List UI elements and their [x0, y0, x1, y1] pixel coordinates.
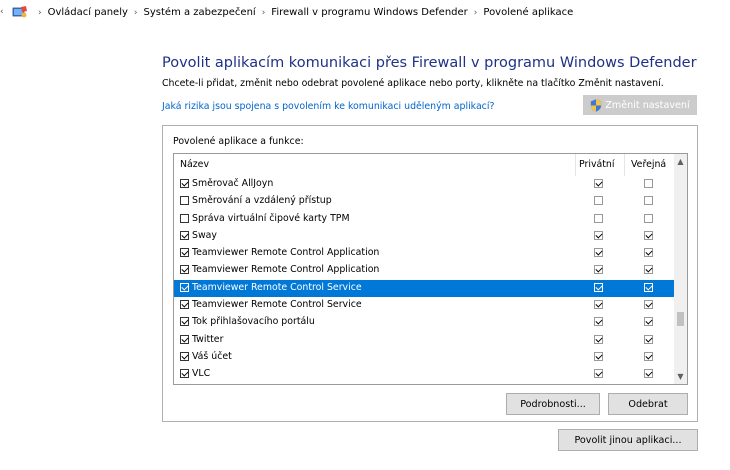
breadcrumb-item[interactable]: Systém a zabezpečení [144, 7, 256, 18]
public-checkbox[interactable] [644, 351, 653, 361]
list-item[interactable]: Sway [174, 228, 676, 245]
remove-button[interactable]: Odebrat [608, 393, 688, 415]
app-enabled-checkbox[interactable] [180, 317, 189, 327]
private-checkbox[interactable] [594, 196, 603, 206]
list-item[interactable]: Směrování a vzdálený přístup [174, 193, 676, 210]
app-name: Teamviewer Remote Control Service [192, 281, 362, 293]
private-checkbox[interactable] [594, 179, 603, 188]
page-title: Povolit aplikacím komunikaci přes Firewa… [162, 55, 697, 71]
chevron-right-icon[interactable]: › [38, 8, 42, 18]
app-name: Sway [192, 229, 217, 241]
public-checkbox[interactable] [644, 282, 653, 292]
app-enabled-checkbox[interactable] [180, 265, 189, 275]
scroll-down-icon[interactable]: ▼ [674, 372, 687, 381]
list-item[interactable]: Teamviewer Remote Control Application [174, 245, 676, 262]
scroll-up-icon[interactable]: ▲ [674, 157, 687, 166]
breadcrumb-item[interactable]: Povolené aplikace [483, 7, 573, 18]
app-name: Teamviewer Remote Control Application [192, 264, 380, 276]
column-header-public[interactable]: Veřejná [631, 159, 666, 170]
list-item[interactable]: Správa virtuální čipové karty TPM [174, 211, 676, 228]
chevron-right-icon[interactable]: › [134, 8, 138, 18]
details-button[interactable]: Podrobnosti... [506, 393, 600, 415]
public-checkbox[interactable] [644, 369, 653, 379]
app-name: Teamviewer Remote Control Application [192, 247, 380, 259]
public-checkbox[interactable] [644, 300, 653, 310]
app-enabled-checkbox[interactable] [180, 369, 189, 379]
allowed-apps-list[interactable]: Název Privátní Veřejná Směrovač AllJoyn S… [173, 153, 688, 385]
public-checkbox[interactable] [644, 230, 653, 240]
private-checkbox[interactable] [594, 282, 603, 292]
list-rows: Směrovač AllJoyn Směrování a vzdálený pří… [174, 176, 676, 384]
column-header-name[interactable]: Název [180, 159, 209, 170]
chevron-right-icon[interactable]: › [474, 8, 478, 18]
private-checkbox[interactable] [594, 213, 603, 223]
list-item[interactable]: Teamviewer Remote Control Service [174, 297, 676, 314]
private-checkbox[interactable] [594, 230, 603, 240]
change-settings-button[interactable]: Změnit nastavení [583, 95, 697, 115]
app-enabled-checkbox[interactable] [180, 334, 189, 344]
list-item[interactable]: Teamviewer Remote Control Service [174, 279, 676, 298]
allow-another-app-button[interactable]: Povolit jinou aplikaci... [558, 429, 698, 451]
app-name: Twitter [192, 333, 224, 345]
public-checkbox[interactable] [644, 179, 653, 188]
list-item[interactable]: Váš účet [174, 349, 676, 366]
risk-info-link[interactable]: Jaká rizika jsou spojena s povolením ke … [162, 101, 494, 112]
breadcrumb-item[interactable]: Firewall v programu Windows Defender [271, 7, 467, 18]
public-checkbox[interactable] [644, 213, 653, 223]
list-item[interactable]: VLC [174, 366, 676, 383]
app-name: Správa virtuální čipové karty TPM [192, 212, 350, 224]
uac-shield-icon [591, 98, 602, 112]
list-item[interactable]: Směrovač AllJoyn [174, 176, 676, 193]
app-name: Tok přihlašovacího portálu [192, 316, 315, 328]
public-checkbox[interactable] [644, 248, 653, 258]
chevron-right-icon[interactable]: › [262, 8, 266, 18]
app-enabled-checkbox[interactable] [180, 351, 189, 361]
public-checkbox[interactable] [644, 334, 653, 344]
public-checkbox[interactable] [644, 196, 653, 206]
app-enabled-checkbox[interactable] [180, 196, 189, 206]
page-description: Chcete-li přidat, změnit nebo odebrat po… [162, 78, 664, 89]
app-enabled-checkbox[interactable] [180, 300, 189, 310]
app-enabled-checkbox[interactable] [180, 282, 189, 292]
app-name: Směrovač AllJoyn [192, 178, 274, 189]
public-checkbox[interactable] [644, 265, 653, 275]
public-checkbox[interactable] [644, 317, 653, 327]
list-item[interactable]: Teamviewer Remote Control Application [174, 262, 676, 279]
list-item[interactable]: Twitter [174, 332, 676, 349]
private-checkbox[interactable] [594, 248, 603, 258]
private-checkbox[interactable] [594, 369, 603, 379]
private-checkbox[interactable] [594, 334, 603, 344]
app-enabled-checkbox[interactable] [180, 213, 189, 223]
list-header: Název Privátní Veřejná [174, 154, 676, 176]
allowed-apps-group: Povolené aplikace a funkce: Název Privát… [162, 125, 698, 422]
app-enabled-checkbox[interactable] [180, 179, 189, 188]
list-item[interactable]: Tok přihlašovacího portálu [174, 314, 676, 331]
app-enabled-checkbox[interactable] [180, 248, 189, 258]
breadcrumb-item[interactable]: Ovládací panely [48, 7, 128, 18]
change-settings-label: Změnit nastavení [605, 99, 690, 111]
private-checkbox[interactable] [594, 317, 603, 327]
chevron-left-icon[interactable]: ‹ [0, 7, 4, 17]
allowed-apps-label: Povolené aplikace a funkce: [173, 136, 304, 147]
control-panel-icon [12, 6, 27, 18]
vertical-scrollbar[interactable]: ▲ ▼ [674, 154, 687, 384]
app-enabled-checkbox[interactable] [180, 230, 189, 240]
app-name: Teamviewer Remote Control Service [192, 299, 362, 311]
breadcrumb-bar: ‹ › Ovládací panely › Systém a zabezpečení ›… [0, 0, 730, 26]
app-name: Směrování a vzdálený přístup [192, 195, 332, 207]
breadcrumb: › Ovládací panely › Systém a zabezpečení › Fi… [32, 7, 573, 18]
scrollbar-thumb[interactable] [677, 312, 684, 326]
app-name: Váš účet [192, 350, 232, 362]
column-header-private[interactable]: Privátní [579, 159, 614, 170]
private-checkbox[interactable] [594, 300, 603, 310]
app-name: VLC [192, 368, 211, 380]
private-checkbox[interactable] [594, 351, 603, 361]
private-checkbox[interactable] [594, 265, 603, 275]
